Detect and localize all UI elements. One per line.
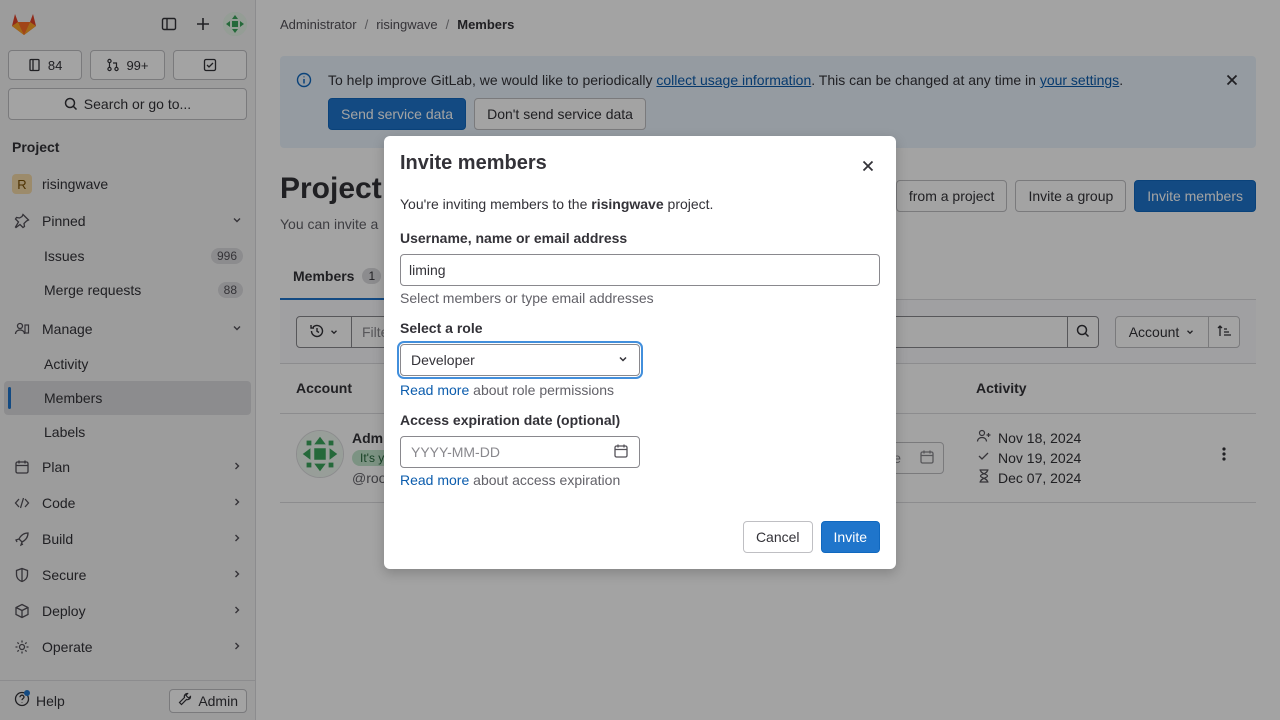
calendar-icon[interactable] xyxy=(613,443,629,462)
invite-members-modal: Invite members You're inviting members t… xyxy=(384,136,896,569)
project-name: risingwave xyxy=(591,196,664,212)
modal-title: Invite members xyxy=(400,152,547,174)
invite-button[interactable]: Invite xyxy=(820,521,880,553)
role-help: Read more about role permissions xyxy=(400,382,615,398)
modal-intro: You're inviting members to the risingwav… xyxy=(400,196,714,212)
expiry-date-input[interactable]: YYYY-MM-DD xyxy=(400,436,640,468)
expiry-help: Read more about access expiration xyxy=(400,472,621,488)
expiry-read-more-link[interactable]: Read more xyxy=(400,472,469,488)
close-icon[interactable] xyxy=(856,154,880,178)
role-label: Select a role xyxy=(400,320,483,336)
cancel-button[interactable]: Cancel xyxy=(742,521,813,553)
role-select[interactable]: Developer xyxy=(400,344,640,376)
username-label: Username, name or email address xyxy=(400,230,628,246)
role-read-more-link[interactable]: Read more xyxy=(400,382,469,398)
username-input[interactable]: liming xyxy=(400,254,880,286)
expiry-label: Access expiration date (optional) xyxy=(400,412,621,428)
role-value: Developer xyxy=(411,352,475,368)
username-help: Select members or type email addresses xyxy=(400,290,654,306)
expiry-placeholder: YYYY-MM-DD xyxy=(411,444,500,460)
chevron-down-icon xyxy=(617,352,629,368)
